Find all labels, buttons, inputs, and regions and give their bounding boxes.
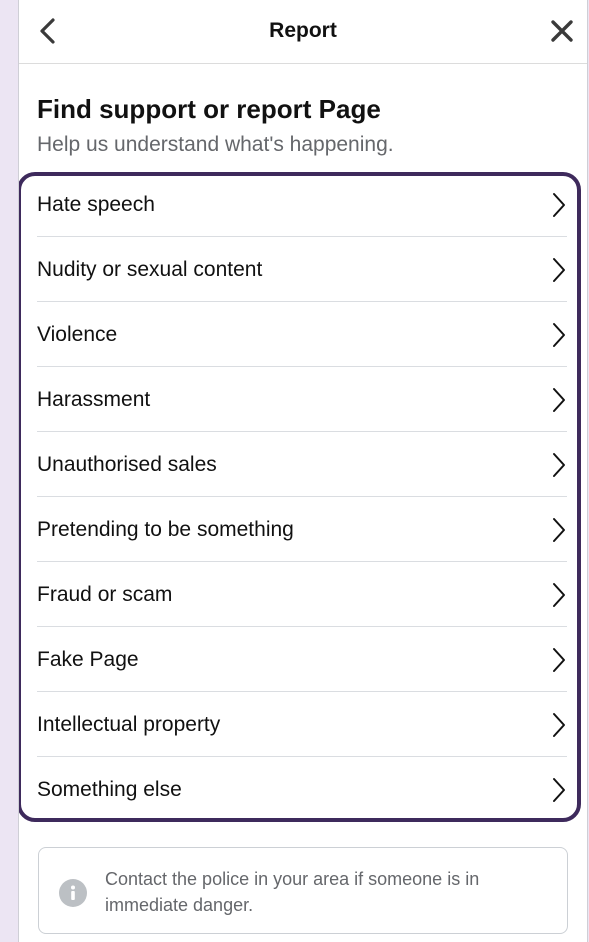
option-label: Pretending to be something (37, 517, 294, 541)
notice-text: Contact the police in your area if someo… (105, 869, 480, 915)
option-pretending[interactable]: Pretending to be something (37, 497, 567, 562)
option-label: Harassment (37, 387, 151, 411)
dialog-header: Report (19, 0, 587, 64)
option-label: Fake Page (37, 647, 139, 671)
option-nudity[interactable]: Nudity or sexual content (37, 237, 567, 302)
option-label: Something else (37, 777, 182, 801)
page-subheading: Help us understand what's happening. (37, 133, 394, 156)
option-label: Unauthorised sales (37, 452, 217, 476)
option-fraud-or-scam[interactable]: Fraud or scam (37, 562, 567, 627)
chevron-right-icon (553, 257, 565, 282)
option-unauthorised-sales[interactable]: Unauthorised sales (37, 432, 567, 497)
dialog-title: Report (269, 19, 337, 42)
chevron-right-icon (553, 452, 565, 477)
report-dialog: Report Find support or report Page Help … (18, 0, 588, 942)
option-label: Fraud or scam (37, 582, 173, 606)
close-icon (551, 20, 573, 42)
option-label: Intellectual property (37, 712, 221, 736)
option-violence[interactable]: Violence (37, 302, 567, 367)
info-icon (59, 879, 87, 907)
option-intellectual-property[interactable]: Intellectual property (37, 692, 567, 757)
chevron-right-icon (553, 517, 565, 542)
chevron-right-icon (553, 777, 565, 802)
option-label: Nudity or sexual content (37, 257, 263, 281)
option-label: Hate speech (37, 192, 155, 216)
option-label: Violence (37, 322, 118, 346)
option-fake-page[interactable]: Fake Page (37, 627, 567, 692)
option-hate-speech[interactable]: Hate speech (37, 172, 567, 237)
chevron-right-icon (553, 387, 565, 412)
option-harassment[interactable]: Harassment (37, 367, 567, 432)
safety-notice: Contact the police in your area if someo… (38, 847, 568, 934)
chevron-right-icon (553, 712, 565, 737)
option-something-else[interactable]: Something else (37, 757, 567, 822)
info-glyph (71, 885, 75, 900)
chevron-right-icon (553, 647, 565, 672)
page-heading: Find support or report Page (37, 94, 381, 124)
close-button[interactable] (547, 16, 577, 46)
chevron-right-icon (553, 322, 565, 347)
chevron-right-icon (553, 582, 565, 607)
chevron-right-icon (553, 192, 565, 217)
